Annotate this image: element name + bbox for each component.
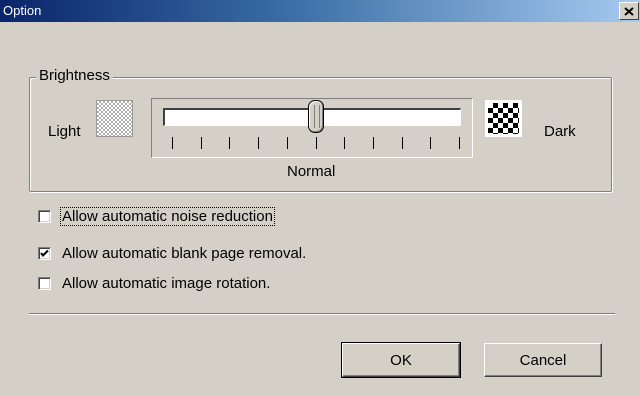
window-title: Option	[3, 3, 42, 18]
image-rotation-label[interactable]: Allow automatic image rotation.	[61, 275, 271, 292]
slider-tick	[373, 137, 374, 149]
noise-reduction-option[interactable]: Allow automatic noise reduction	[38, 206, 275, 226]
noise-reduction-checkbox[interactable]	[38, 209, 51, 223]
option-dialog: Option Brightness Light Dark Normal Allo…	[0, 0, 640, 396]
slider-tick	[229, 137, 230, 149]
ok-button[interactable]: OK	[341, 342, 461, 378]
slider-tick	[258, 137, 259, 149]
dark-pattern-icon	[485, 100, 522, 137]
slider-tick	[430, 137, 431, 149]
cancel-button[interactable]: Cancel	[484, 343, 602, 377]
blank-page-removal-option[interactable]: Allow automatic blank page removal.	[38, 243, 307, 263]
slider-tick	[201, 137, 202, 149]
dark-label: Dark	[544, 123, 576, 140]
slider-tick	[172, 137, 173, 149]
slider-tick	[316, 137, 317, 149]
slider-tick	[344, 137, 345, 149]
slider-tick	[287, 137, 288, 149]
close-button[interactable]	[619, 2, 639, 20]
check-icon	[40, 249, 49, 257]
title-bar[interactable]: Option	[0, 0, 640, 22]
separator	[29, 313, 615, 315]
blank-page-removal-checkbox[interactable]	[38, 246, 51, 260]
image-rotation-option[interactable]: Allow automatic image rotation.	[38, 273, 271, 293]
slider-tick	[459, 137, 460, 149]
brightness-slider-thumb[interactable]	[308, 100, 324, 133]
brightness-group-label: Brightness	[36, 67, 113, 84]
blank-page-removal-label[interactable]: Allow automatic blank page removal.	[61, 245, 307, 262]
light-pattern-icon	[96, 100, 133, 137]
normal-label: Normal	[287, 163, 336, 180]
close-icon	[624, 6, 634, 16]
light-label: Light	[48, 123, 81, 140]
slider-tick	[402, 137, 403, 149]
image-rotation-checkbox[interactable]	[38, 276, 51, 290]
noise-reduction-label[interactable]: Allow automatic noise reduction	[60, 206, 275, 226]
